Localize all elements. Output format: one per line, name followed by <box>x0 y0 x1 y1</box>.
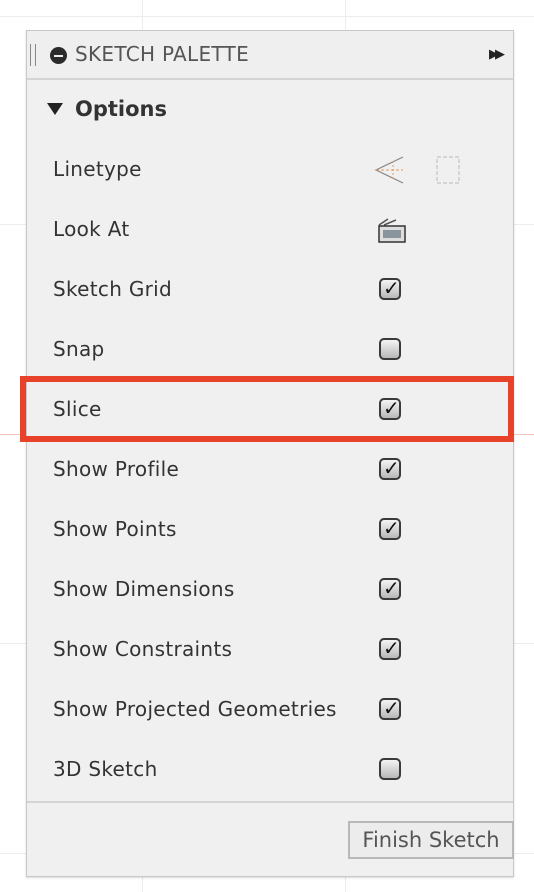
checkmark-icon: ✓ <box>383 276 400 300</box>
option-row-linetype: Linetype <box>27 141 513 201</box>
fast-forward-icon[interactable]: ▶▶ <box>489 47 505 62</box>
option-label: Show Profile <box>53 457 180 481</box>
footer-divider <box>27 801 513 803</box>
option-row-3d-sketch: 3D Sketch <box>27 741 513 801</box>
checkmark-icon: ✓ <box>383 456 400 480</box>
look-at-icon[interactable] <box>376 215 408 249</box>
option-checkbox[interactable]: ✓ <box>379 576 401 600</box>
option-label: Linetype <box>53 157 142 181</box>
option-checkbox[interactable]: ✓ <box>379 636 401 660</box>
option-row-show-dimensions: Show Dimensions ✓ <box>27 561 513 621</box>
option-row-look-at: Look At <box>27 201 513 261</box>
collapse-icon[interactable] <box>50 47 67 64</box>
option-row-show-profile: Show Profile ✓ <box>27 441 513 501</box>
centerline-linetype-icon[interactable] <box>431 153 465 191</box>
triangle-down-icon[interactable] <box>47 103 63 115</box>
option-label: Look At <box>53 217 130 241</box>
palette-title: SKETCH PALETTE <box>75 42 250 66</box>
checkmark-icon: ✓ <box>383 636 400 660</box>
palette-header[interactable]: SKETCH PALETTE ▶▶ <box>27 31 513 80</box>
option-checkbox[interactable]: ✓ <box>379 456 401 480</box>
option-checkbox[interactable]: ✓ <box>379 276 401 300</box>
option-label: Show Constraints <box>53 637 233 661</box>
option-row-show-constraints: Show Constraints ✓ <box>27 621 513 681</box>
canvas-grid-line <box>0 16 534 17</box>
option-checkbox[interactable]: ✓ <box>379 696 401 720</box>
option-row-show-points: Show Points ✓ <box>27 501 513 561</box>
option-label: Show Dimensions <box>53 577 235 601</box>
checkmark-icon: ✓ <box>383 516 400 540</box>
option-checkbox[interactable]: ✓ <box>379 516 401 540</box>
option-row-sketch-grid: Sketch Grid ✓ <box>27 261 513 321</box>
sketch-palette: SKETCH PALETTE ▶▶ Options Linetype Look A… <box>26 30 514 877</box>
slice-highlight-box <box>20 376 514 442</box>
option-checkbox[interactable] <box>379 338 401 360</box>
option-checkbox[interactable] <box>379 758 401 780</box>
finish-sketch-button[interactable]: Finish Sketch <box>348 821 514 859</box>
option-label: Show Projected Geometries <box>53 697 337 721</box>
construction-linetype-icon[interactable] <box>373 153 407 191</box>
options-label: Options <box>75 97 167 121</box>
checkmark-icon: ✓ <box>383 696 400 720</box>
option-label: 3D Sketch <box>53 757 158 781</box>
option-label: Sketch Grid <box>53 277 173 301</box>
option-label: Show Points <box>53 517 177 541</box>
options-section-header[interactable]: Options <box>27 95 513 127</box>
checkmark-icon: ✓ <box>383 576 400 600</box>
option-row-snap: Snap <box>27 321 513 381</box>
option-label: Snap <box>53 337 105 361</box>
option-row-show-projected-geometries: Show Projected Geometries ✓ <box>27 681 513 741</box>
drag-handle-icon[interactable] <box>30 44 36 66</box>
